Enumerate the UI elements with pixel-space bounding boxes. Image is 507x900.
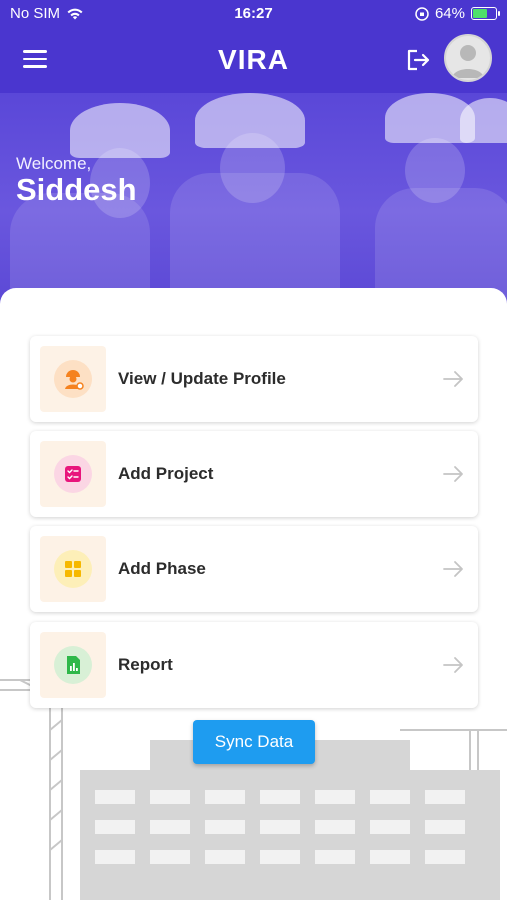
arrow-right-icon [443, 371, 463, 387]
menu-item-add-project[interactable]: Add Project [30, 431, 478, 517]
welcome-banner: Welcome, Siddesh [0, 93, 507, 308]
icon-circle [54, 360, 92, 398]
menu-item-label: View / Update Profile [118, 369, 286, 388]
menu-item-label: Add Phase [118, 559, 206, 578]
status-bar: No SIM 16:27 64% [0, 0, 507, 28]
arrow-right-icon [443, 561, 463, 577]
icon-tile [40, 441, 106, 507]
icon-circle [54, 455, 92, 493]
logout-icon[interactable] [404, 46, 432, 74]
profile-icon [65, 370, 84, 390]
menu-item-label: Report [118, 655, 173, 674]
icon-circle [54, 550, 92, 588]
hardhat-icon [460, 98, 507, 143]
battery-fill [473, 9, 487, 18]
worker-head [220, 133, 285, 203]
icon-tile [40, 536, 106, 602]
worker-head [405, 138, 465, 203]
report-icon [67, 656, 80, 674]
icon-tile [40, 346, 106, 412]
orientation-lock-icon [415, 6, 429, 21]
battery-icon [471, 7, 500, 20]
arrow-right-icon [443, 657, 463, 673]
welcome-label: Welcome, [16, 154, 92, 173]
menu-item-report[interactable]: Report [30, 622, 478, 708]
user-name: Siddesh [16, 172, 137, 207]
grid-icon [65, 561, 81, 577]
user-placeholder-icon [452, 45, 484, 78]
checklist-icon [65, 466, 81, 482]
menu-item-label: Add Project [118, 464, 214, 483]
status-right: 64% [415, 5, 500, 22]
menu-item-profile[interactable]: View / Update Profile [30, 336, 478, 422]
menu-item-add-phase[interactable]: Add Phase [30, 526, 478, 612]
battery-percent: 64% [434, 5, 465, 22]
icon-circle [54, 646, 92, 684]
avatar[interactable] [444, 34, 492, 82]
icon-tile [40, 632, 106, 698]
arrow-right-icon [443, 466, 463, 482]
sync-data-button[interactable]: Sync Data [193, 720, 315, 764]
app-header: No SIM 16:27 64% VIRA [0, 0, 507, 93]
